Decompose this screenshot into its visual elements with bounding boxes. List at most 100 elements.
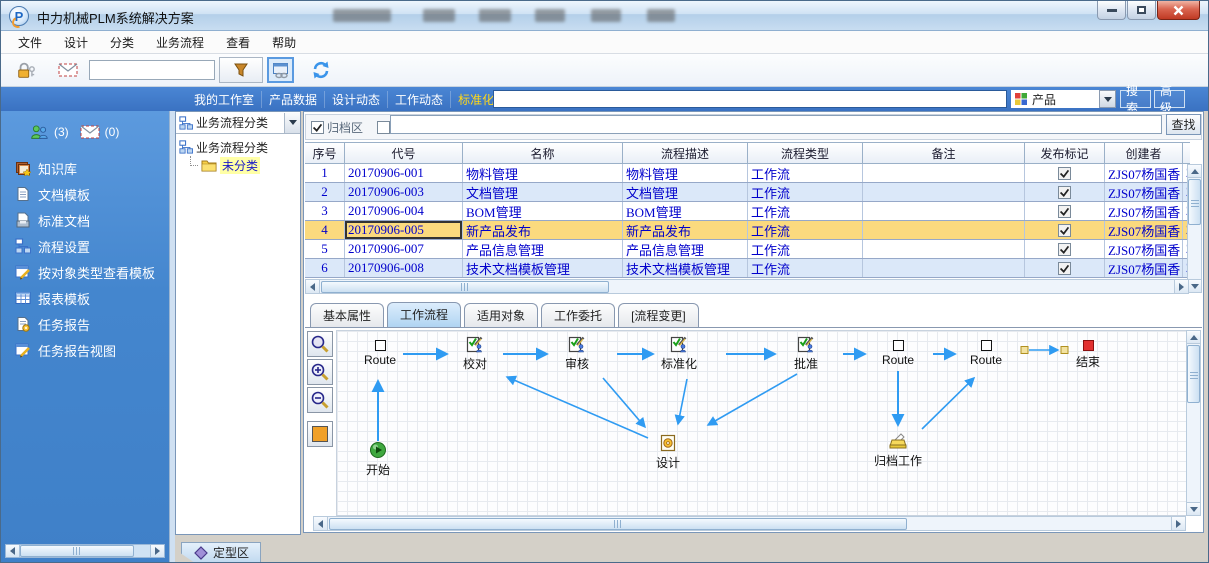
cell-name[interactable]: 产品信息管理	[463, 240, 623, 258]
column-header-published[interactable]: 发布标记	[1025, 143, 1105, 163]
advanced-search-button[interactable]: 高级	[1154, 90, 1185, 108]
global-search-input[interactable]	[493, 90, 1007, 108]
tree-root-node[interactable]: 业务流程分类	[176, 138, 300, 156]
tab-workflow[interactable]: 工作流程	[387, 302, 461, 327]
refresh-icon[interactable]	[308, 57, 334, 83]
workflow-node-approve[interactable]: 批准	[794, 335, 818, 372]
dock-tab-finalize-area[interactable]: 定型区	[181, 542, 261, 563]
scroll-down-button[interactable]	[1187, 502, 1200, 515]
cell-creator[interactable]: ZJS07杨国香	[1105, 240, 1183, 258]
scrollbar-thumb[interactable]	[20, 545, 134, 557]
table-vertical-scrollbar[interactable]	[1187, 164, 1202, 293]
nav-tab-my-workspace[interactable]: 我的工作室	[187, 91, 262, 108]
cell-description[interactable]: 产品信息管理	[623, 240, 748, 258]
cell-description[interactable]: 物料管理	[623, 164, 748, 182]
workflow-node-start[interactable]: 开始	[366, 441, 390, 478]
cell-name[interactable]: 技术文档模板管理	[463, 259, 623, 277]
minimize-button[interactable]	[1097, 1, 1126, 20]
column-header-creator[interactable]: 创建者	[1105, 143, 1183, 163]
scroll-up-button[interactable]	[1188, 165, 1201, 178]
workflow-canvas[interactable]: 开始 Route 校对 审核	[336, 330, 1187, 516]
cell-name[interactable]: 文档管理	[463, 183, 623, 201]
published-checkbox[interactable]	[1058, 224, 1071, 237]
table-search-input[interactable]	[390, 115, 1162, 134]
lock-key-icon[interactable]	[13, 57, 39, 83]
column-header-note[interactable]: 备注	[863, 143, 1025, 163]
scroll-up-button[interactable]	[1187, 331, 1200, 344]
tab-applicable-objects[interactable]: 适用对象	[464, 303, 538, 327]
window-link-button[interactable]	[267, 57, 294, 83]
cell-creator[interactable]: ZJS07杨国香	[1105, 183, 1183, 201]
cell-description[interactable]: 文档管理	[623, 183, 748, 201]
quick-search-input[interactable]	[89, 60, 215, 80]
column-header-description[interactable]: 流程描述	[623, 143, 748, 163]
scrollbar-thumb[interactable]	[1188, 179, 1201, 225]
diagram-vertical-scrollbar[interactable]	[1186, 330, 1201, 516]
cell-code[interactable]: 20170906-008	[345, 259, 463, 277]
column-header-type[interactable]: 流程类型	[748, 143, 863, 163]
cell-code[interactable]: 20170906-004	[345, 202, 463, 220]
cell-description[interactable]: 新产品发布	[623, 221, 748, 239]
menu-item-workflow[interactable]: 业务流程	[145, 31, 215, 54]
cell-code[interactable]: 20170906-007	[345, 240, 463, 258]
cell-creator[interactable]: ZJS07杨国香	[1105, 259, 1183, 277]
nav-tab-work-activity[interactable]: 工作动态	[388, 91, 451, 108]
scrollbar-thumb[interactable]	[329, 518, 907, 530]
find-button[interactable]: 查找	[1166, 114, 1201, 135]
search-button[interactable]: 搜索	[1120, 90, 1151, 108]
published-checkbox[interactable]	[1058, 243, 1071, 256]
messages-icon[interactable]	[80, 122, 100, 142]
workflow-node-end[interactable]: 结束	[1076, 340, 1100, 370]
column-header-code[interactable]: 代号	[345, 143, 463, 163]
archive-checkbox[interactable]	[311, 121, 324, 134]
sidebar-item-process-setting[interactable]: 流程设置	[1, 233, 169, 259]
sidebar-item-task-report-view[interactable]: 任务报告视图	[1, 337, 169, 363]
workflow-node-review[interactable]: 审核	[565, 335, 589, 372]
workflow-node-design[interactable]: 设计	[656, 434, 680, 471]
scroll-right-button[interactable]	[1174, 280, 1188, 293]
sidebar-item-standard-document[interactable]: 标准文档	[1, 207, 169, 233]
published-checkbox[interactable]	[1058, 186, 1071, 199]
cell-description[interactable]: 技术文档模板管理	[623, 259, 748, 277]
tab-work-delegation[interactable]: 工作委托	[541, 303, 615, 327]
tab-process-change[interactable]: [流程变更]	[618, 303, 699, 327]
restore-button[interactable]	[1127, 1, 1156, 20]
online-users-icon[interactable]	[29, 122, 49, 142]
scroll-right-button[interactable]	[150, 545, 164, 557]
sidebar-item-report-template[interactable]: 报表模板	[1, 285, 169, 311]
tree-node-unclassified[interactable]: 未分类	[176, 156, 300, 174]
close-button[interactable]	[1157, 1, 1200, 20]
cell-description[interactable]: BOM管理	[623, 202, 748, 220]
workflow-node-route-2[interactable]: Route	[882, 340, 914, 367]
scroll-left-button[interactable]	[6, 545, 20, 557]
sidebar-item-view-template-by-object-type[interactable]: 按对象类型查看模板	[1, 259, 169, 285]
workflow-node-route-3[interactable]: Route	[970, 340, 1002, 367]
scroll-left-button[interactable]	[314, 517, 328, 530]
tree-selector-dropdown-button[interactable]	[284, 113, 300, 133]
scroll-down-button[interactable]	[1188, 279, 1201, 292]
tree-selector[interactable]: 业务流程分类	[176, 112, 300, 134]
table-row[interactable]: 5 20170906-007 产品信息管理 产品信息管理 工作流 ZJS07杨国…	[305, 240, 1190, 259]
zoom-button[interactable]	[307, 331, 333, 357]
table-row[interactable]: 4 20170906-005 新产品发布 新产品发布 工作流 ZJS07杨国香 …	[305, 221, 1190, 240]
cell-name[interactable]: BOM管理	[463, 202, 623, 220]
workspace-checkbox[interactable]	[377, 121, 390, 134]
scrollbar-thumb[interactable]	[321, 281, 609, 293]
tab-basic-properties[interactable]: 基本属性	[310, 303, 384, 327]
published-checkbox[interactable]	[1058, 167, 1071, 180]
published-checkbox[interactable]	[1058, 205, 1071, 218]
cell-code[interactable]: 20170906-003	[345, 183, 463, 201]
scroll-left-button[interactable]	[306, 280, 320, 293]
zoom-out-button[interactable]	[307, 387, 333, 413]
column-header-name[interactable]: 名称	[463, 143, 623, 163]
cell-creator[interactable]: ZJS07杨国香	[1105, 221, 1183, 239]
nav-tab-product-data[interactable]: 产品数据	[262, 91, 325, 108]
table-horizontal-scrollbar[interactable]	[305, 279, 1189, 294]
table-row[interactable]: 6 20170906-008 技术文档模板管理 技术文档模板管理 工作流 ZJS…	[305, 259, 1190, 278]
table-row[interactable]: 3 20170906-004 BOM管理 BOM管理 工作流 ZJS07杨国香 …	[305, 202, 1190, 221]
mail-icon[interactable]	[55, 57, 81, 83]
node-color-button[interactable]	[307, 421, 333, 447]
nav-tab-design-activity[interactable]: 设计动态	[325, 91, 388, 108]
sidebar-item-task-report[interactable]: 任务报告	[1, 311, 169, 337]
table-row[interactable]: 1 20170906-001 物料管理 物料管理 工作流 ZJS07杨国香 2	[305, 164, 1190, 183]
